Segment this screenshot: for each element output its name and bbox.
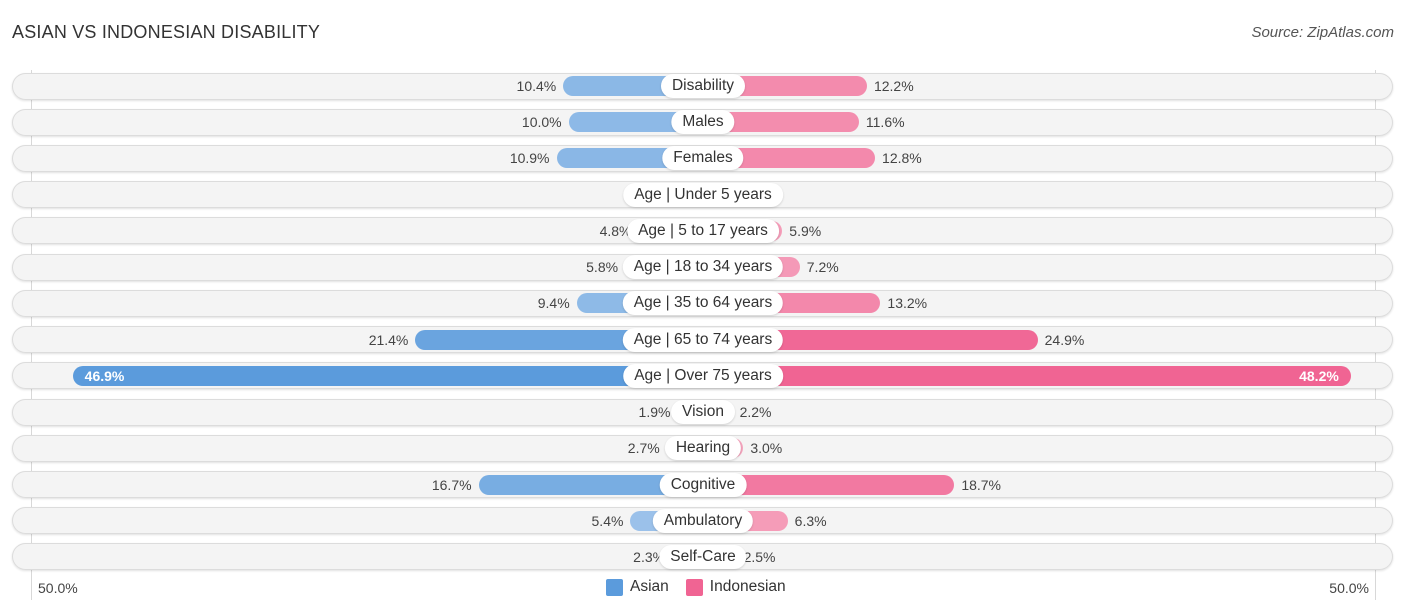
value-label-asian: 5.4% — [591, 512, 624, 529]
category-label: Age | Under 5 years — [623, 182, 783, 207]
value-label-indonesian: 7.2% — [806, 259, 839, 276]
value-label-indonesian: 12.2% — [873, 78, 914, 94]
value-label-indonesian: 13.2% — [887, 295, 928, 312]
value-label-indonesian: 2.2% — [739, 404, 772, 421]
value-label-indonesian: 24.9% — [1044, 331, 1085, 348]
value-label-indonesian: 2.5% — [743, 548, 776, 565]
value-label-asian: 10.0% — [521, 114, 562, 131]
value-label-asian: 2.7% — [627, 440, 660, 457]
category-label: Age | 65 to 74 years — [622, 327, 784, 352]
value-label-asian: 10.4% — [516, 78, 557, 94]
legend-label-asian: Asian — [630, 578, 669, 595]
axis-label-left: 50.0% — [38, 580, 78, 596]
category-label: Disability — [660, 74, 746, 98]
value-label-indonesian: 5.9% — [789, 222, 822, 239]
value-label-asian: 10.9% — [509, 150, 550, 167]
legend-item-asian[interactable]: Asian — [606, 578, 669, 596]
category-label: Ambulatory — [652, 508, 754, 533]
value-label-asian: 5.8% — [586, 259, 619, 276]
value-label-asian: 21.4% — [368, 331, 409, 348]
category-label: Age | 35 to 64 years — [622, 291, 784, 316]
category-label: Vision — [671, 400, 735, 425]
value-label-indonesian: 6.3% — [794, 512, 827, 529]
category-label: Females — [662, 146, 744, 171]
value-label-indonesian: 12.8% — [882, 150, 922, 167]
value-label-indonesian: 18.7% — [961, 476, 1002, 493]
legend: Asian Indonesian — [606, 578, 803, 596]
legend-label-indonesian: Indonesian — [709, 578, 786, 595]
chart-area: 10.4% 12.2% Disability 10.0% 11.6% Males 10.9%… — [0, 0, 1406, 612]
category-label: Age | 18 to 34 years — [622, 255, 784, 280]
legend-item-indonesian[interactable]: Indonesian — [685, 578, 786, 596]
value-label-asian: 16.7% — [431, 476, 472, 493]
category-label: Age | 5 to 17 years — [627, 218, 779, 243]
category-label: Males — [671, 110, 735, 135]
bar-indonesian[interactable] — [703, 365, 1351, 386]
value-label-indonesian: 11.6% — [865, 114, 905, 131]
category-label: Cognitive — [659, 472, 747, 497]
value-label-asian: 1.9% — [638, 404, 671, 421]
category-label: Hearing — [664, 436, 742, 461]
axis-label-right: 50.0% — [1329, 580, 1369, 596]
bar-asian[interactable] — [72, 365, 703, 386]
legend-swatch-asian — [606, 578, 623, 596]
value-label-indonesian: 3.0% — [750, 440, 783, 457]
value-label-indonesian: 48.2% — [1299, 367, 1339, 384]
value-label-asian: 9.4% — [537, 295, 570, 312]
legend-swatch-indonesian — [685, 578, 703, 596]
category-label: Age | Over 75 years — [623, 363, 783, 388]
value-label-asian: 46.9% — [84, 367, 125, 384]
category-label: Self-Care — [659, 544, 747, 569]
